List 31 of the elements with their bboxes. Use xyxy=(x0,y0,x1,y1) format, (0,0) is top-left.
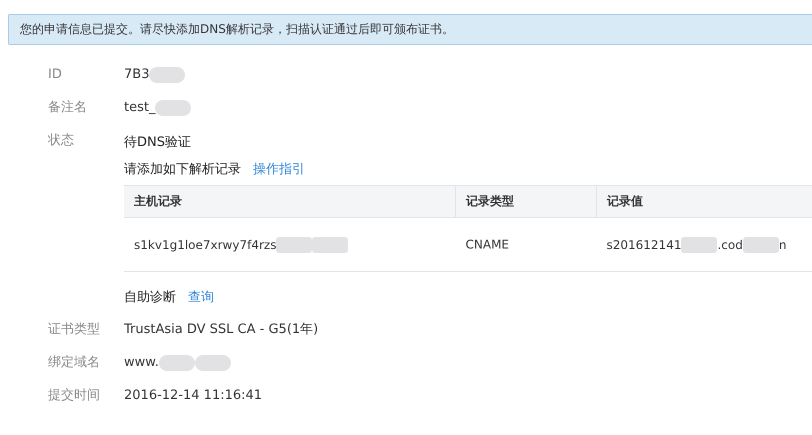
redaction-blur xyxy=(194,355,231,371)
field-value: 7B3 xyxy=(124,66,150,84)
table-cell: s1kv1g1loe7xrwy7f4rzs xyxy=(124,218,456,272)
instruction-text: 请添加如下解析记录 xyxy=(124,162,241,177)
field-value: test_ xyxy=(124,99,156,117)
redaction-blur xyxy=(276,236,312,252)
field-label: 绑定域名 xyxy=(48,354,101,372)
status-value: 待DNS验证 xyxy=(124,134,192,152)
column-header: 记录类型 xyxy=(456,186,596,218)
field-label: 证书类型 xyxy=(48,321,101,339)
redaction-blur xyxy=(742,236,779,252)
guide-link[interactable]: 操作指引 xyxy=(253,162,305,177)
diagnose-label: 自助诊断 xyxy=(124,290,176,305)
field-label: 提交时间 xyxy=(48,387,101,405)
field-label: 备注名 xyxy=(48,99,88,117)
field-value: www. xyxy=(124,354,159,372)
redaction-blur xyxy=(681,236,718,252)
field-value: TrustAsia DV SSL CA - G5(1年) xyxy=(124,321,318,339)
redaction-blur xyxy=(149,67,186,83)
redaction-blur xyxy=(158,355,195,371)
field-value: 2016-12-14 11:16:41 xyxy=(124,387,262,405)
redaction-blur xyxy=(155,100,192,116)
notice-text: 您的申请信息已提交。请尽快添加DNS解析记录，扫描认证通过后即可颁布证书。 xyxy=(20,21,454,38)
table-cell: CNAME xyxy=(456,218,596,272)
query-link[interactable]: 查询 xyxy=(188,290,214,305)
table-cell: s201612141 .cod n xyxy=(596,218,812,272)
redaction-blur xyxy=(312,236,348,252)
field-label: 状态 xyxy=(48,132,75,150)
field-label: ID xyxy=(48,66,63,84)
column-header: 记录值 xyxy=(596,186,812,218)
column-header: 主机记录 xyxy=(124,186,456,218)
